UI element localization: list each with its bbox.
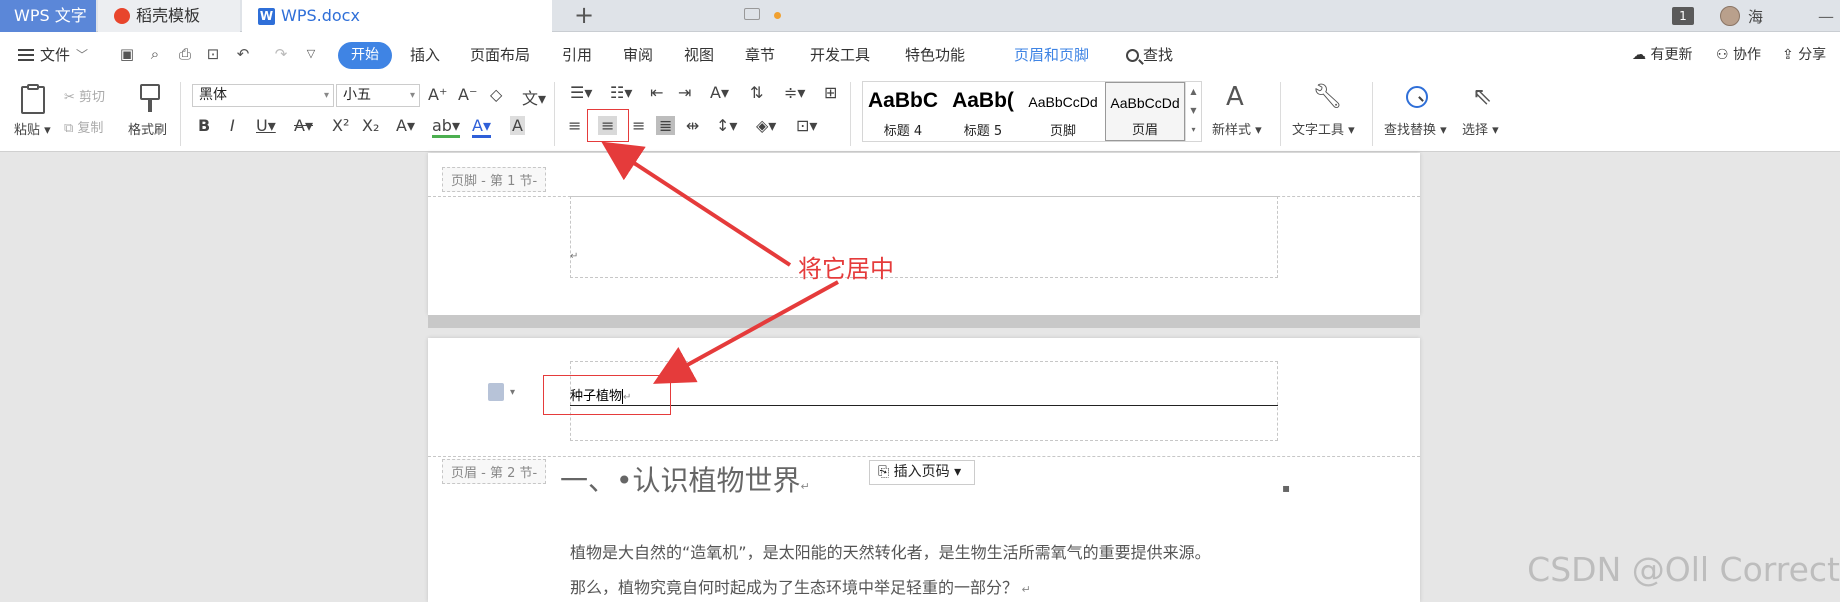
annotation-arrows bbox=[601, 141, 839, 384]
arrow-to-center-align bbox=[601, 141, 792, 267]
arrow-to-header-text bbox=[652, 280, 839, 384]
